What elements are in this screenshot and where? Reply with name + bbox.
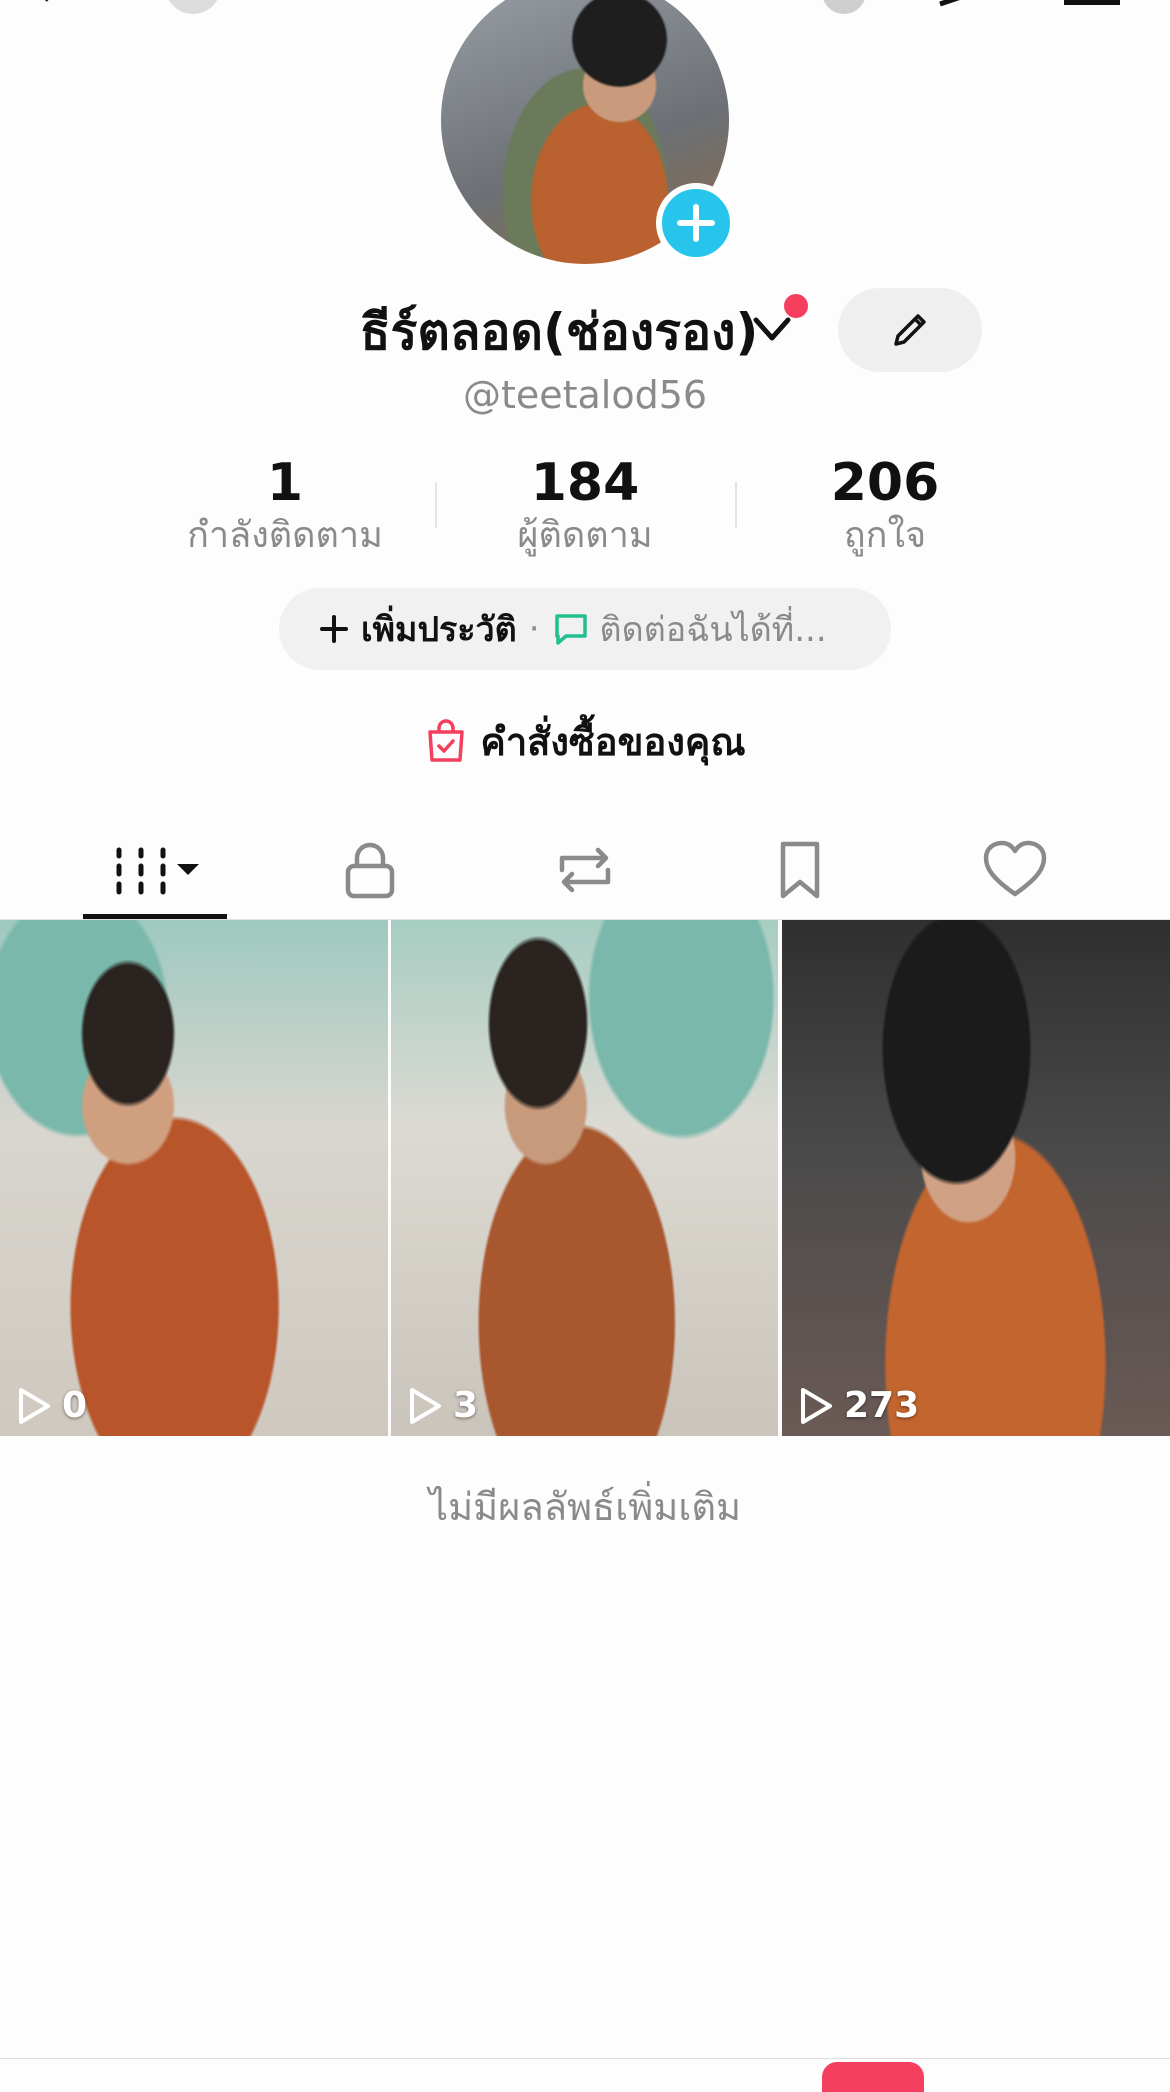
likes-label: ถูกใจ [843,515,927,556]
caret-down-icon [177,864,199,875]
view-count: 0 [16,1385,87,1426]
shopping-bag-icon [428,719,465,762]
tab-private[interactable] [300,820,440,920]
view-count-value: 273 [844,1385,920,1426]
orders-link[interactable]: คำสั่งซื้อของคุณ [0,706,1170,776]
chevron-down-icon[interactable] [752,312,792,346]
add-bio-button[interactable]: เพิ่มประวัติ · ติดต่อฉันได้ที่... [279,588,891,670]
orders-label: คำสั่งซื้อของคุณ [480,719,746,764]
tab-saved[interactable] [730,820,870,920]
bottom-nav-divider [0,2058,1170,2059]
top-left-icon[interactable] [40,0,100,10]
lock-icon [345,842,395,899]
view-count-value: 0 [62,1385,88,1426]
grid-icon [116,847,199,895]
repost-icon [559,847,611,893]
following-label: กำลังติดตาม [187,515,383,556]
inbox-badge[interactable] [822,2062,924,2092]
bookmark-icon [780,841,820,899]
video-thumbnail[interactable]: 273 [782,920,1170,1436]
display-name[interactable]: ธีร์ตลอด(ช่องรอง) [360,292,758,372]
add-story-button[interactable] [656,183,736,263]
followers-label: ผู้ติดตาม [517,515,653,556]
pencil-icon [894,314,926,346]
profile-tabs [0,820,1170,920]
add-bio-label: เพิ่มประวัติ [361,610,517,650]
notification-dot [784,294,808,318]
likes-stat[interactable]: 206 ถูกใจ [735,452,1035,558]
chat-bubble-icon [554,614,587,645]
video-thumbnail[interactable]: 0 [0,920,388,1436]
view-count: 273 [798,1385,919,1426]
contact-label: ติดต่อฉันได้ที่... [599,610,827,650]
edit-profile-button[interactable] [838,288,982,372]
tab-liked[interactable] [945,820,1085,920]
video-thumbnail[interactable]: 3 [391,920,778,1436]
bio-separator: · [528,609,540,649]
play-icon [801,1387,832,1424]
tab-reposts[interactable] [515,820,655,920]
following-stat[interactable]: 1 กำลังติดตาม [135,452,435,558]
play-icon [410,1387,441,1424]
view-count: 3 [407,1385,478,1426]
friend-avatar[interactable] [165,0,221,14]
play-icon [19,1387,50,1424]
video-grid: 0 3 273 [0,920,1170,1436]
username-handle: @teetalod56 [462,373,708,417]
view-count-value: 3 [453,1385,479,1426]
likes-count: 206 [830,453,940,513]
heart-icon [983,840,1047,897]
plus-icon [320,615,348,643]
plus-icon [677,204,715,242]
visitor-avatar[interactable] [822,0,866,14]
menu-icon[interactable] [1064,0,1120,6]
tab-videos[interactable] [83,820,227,920]
followers-count: 184 [530,453,640,513]
followers-stat[interactable]: 184 ผู้ติดตาม [435,452,735,558]
streak-icon[interactable] [930,0,990,14]
following-count: 1 [266,453,304,513]
no-more-results: ไม่มีผลลัพธ์เพิ่มเติม [428,1485,742,1529]
username-row[interactable]: ธีร์ตลอด(ช่องรอง) [0,292,1170,372]
